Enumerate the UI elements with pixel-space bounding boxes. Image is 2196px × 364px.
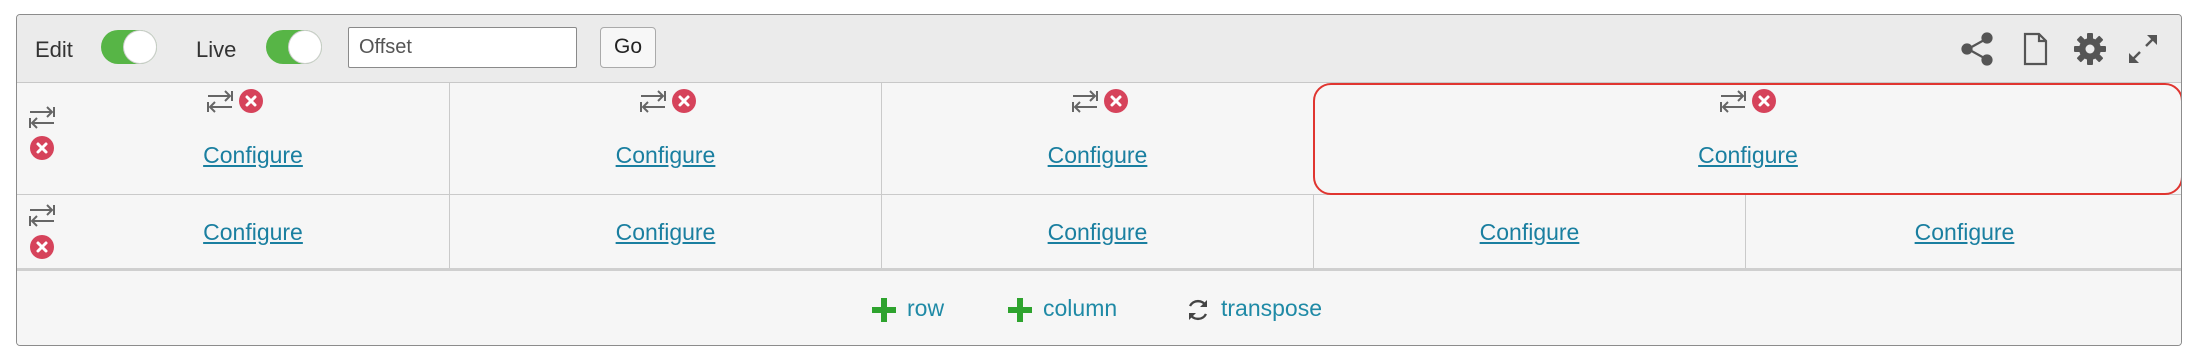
configure-link[interactable]: Configure <box>17 219 449 246</box>
swap-cell-icon[interactable] <box>206 89 234 115</box>
configure-link[interactable]: Configure <box>450 142 881 169</box>
document-icon[interactable] <box>2017 31 2053 67</box>
share-icon[interactable] <box>1959 31 1995 67</box>
configure-link[interactable]: Configure <box>882 142 1313 169</box>
refresh-icon <box>1185 297 1211 323</box>
live-toggle-knob <box>289 31 321 63</box>
go-button[interactable]: Go <box>600 27 656 68</box>
grid-cell: Configure <box>17 195 449 268</box>
transpose-label: transpose <box>1221 295 1323 321</box>
swap-cell-icon[interactable] <box>1719 89 1747 115</box>
gear-icon[interactable] <box>2072 31 2108 67</box>
remove-cell-icon[interactable] <box>239 89 263 113</box>
configure-link[interactable]: Configure <box>1314 219 1745 246</box>
grid-cell: Configure <box>1745 195 2181 268</box>
grid-cell: Configure <box>881 83 1313 194</box>
remove-cell-icon[interactable] <box>1104 89 1128 113</box>
grid-row: Configure Configure Configure Configure <box>17 83 2181 195</box>
configure-link[interactable]: Configure <box>1746 219 2181 246</box>
plus-icon <box>1007 297 1033 323</box>
live-toggle[interactable] <box>266 30 322 64</box>
grid-cell-selected[interactable]: Configure <box>1313 83 2181 195</box>
grid-footer: row column transpose <box>17 273 2181 345</box>
add-column-button[interactable]: column <box>1007 295 1137 325</box>
add-row-button[interactable]: row <box>871 295 961 325</box>
edit-toggle[interactable] <box>101 30 157 64</box>
grid-cell: Configure <box>17 83 449 194</box>
add-column-label: column <box>1043 295 1118 321</box>
grid-cell: Configure <box>449 195 881 268</box>
grid-cell: Configure <box>881 195 1313 268</box>
expand-icon[interactable] <box>2125 31 2161 67</box>
widget-frame: Edit Live Go <box>16 14 2182 346</box>
plus-icon <box>871 297 897 323</box>
grid-row: Configure Configure Configure Configure … <box>17 195 2181 271</box>
transpose-button[interactable]: transpose <box>1185 295 1345 325</box>
edit-toggle-knob <box>124 31 156 63</box>
layout-grid: Configure Configure Configure Configure … <box>17 83 2181 271</box>
edit-label: Edit <box>35 37 73 62</box>
offset-input[interactable] <box>348 27 577 68</box>
configure-link[interactable]: Configure <box>882 219 1313 246</box>
toolbar: Edit Live Go <box>17 15 2181 83</box>
configure-link[interactable]: Configure <box>1315 142 2181 169</box>
swap-cell-icon[interactable] <box>1071 89 1099 115</box>
add-row-label: row <box>907 295 945 321</box>
configure-link[interactable]: Configure <box>17 142 449 169</box>
remove-cell-icon[interactable] <box>1752 89 1776 113</box>
live-label: Live <box>196 37 237 62</box>
grid-cell: Configure <box>1313 195 1745 268</box>
configure-link[interactable]: Configure <box>450 219 881 246</box>
swap-cell-icon[interactable] <box>639 89 667 115</box>
grid-cell: Configure <box>449 83 881 194</box>
remove-cell-icon[interactable] <box>672 89 696 113</box>
